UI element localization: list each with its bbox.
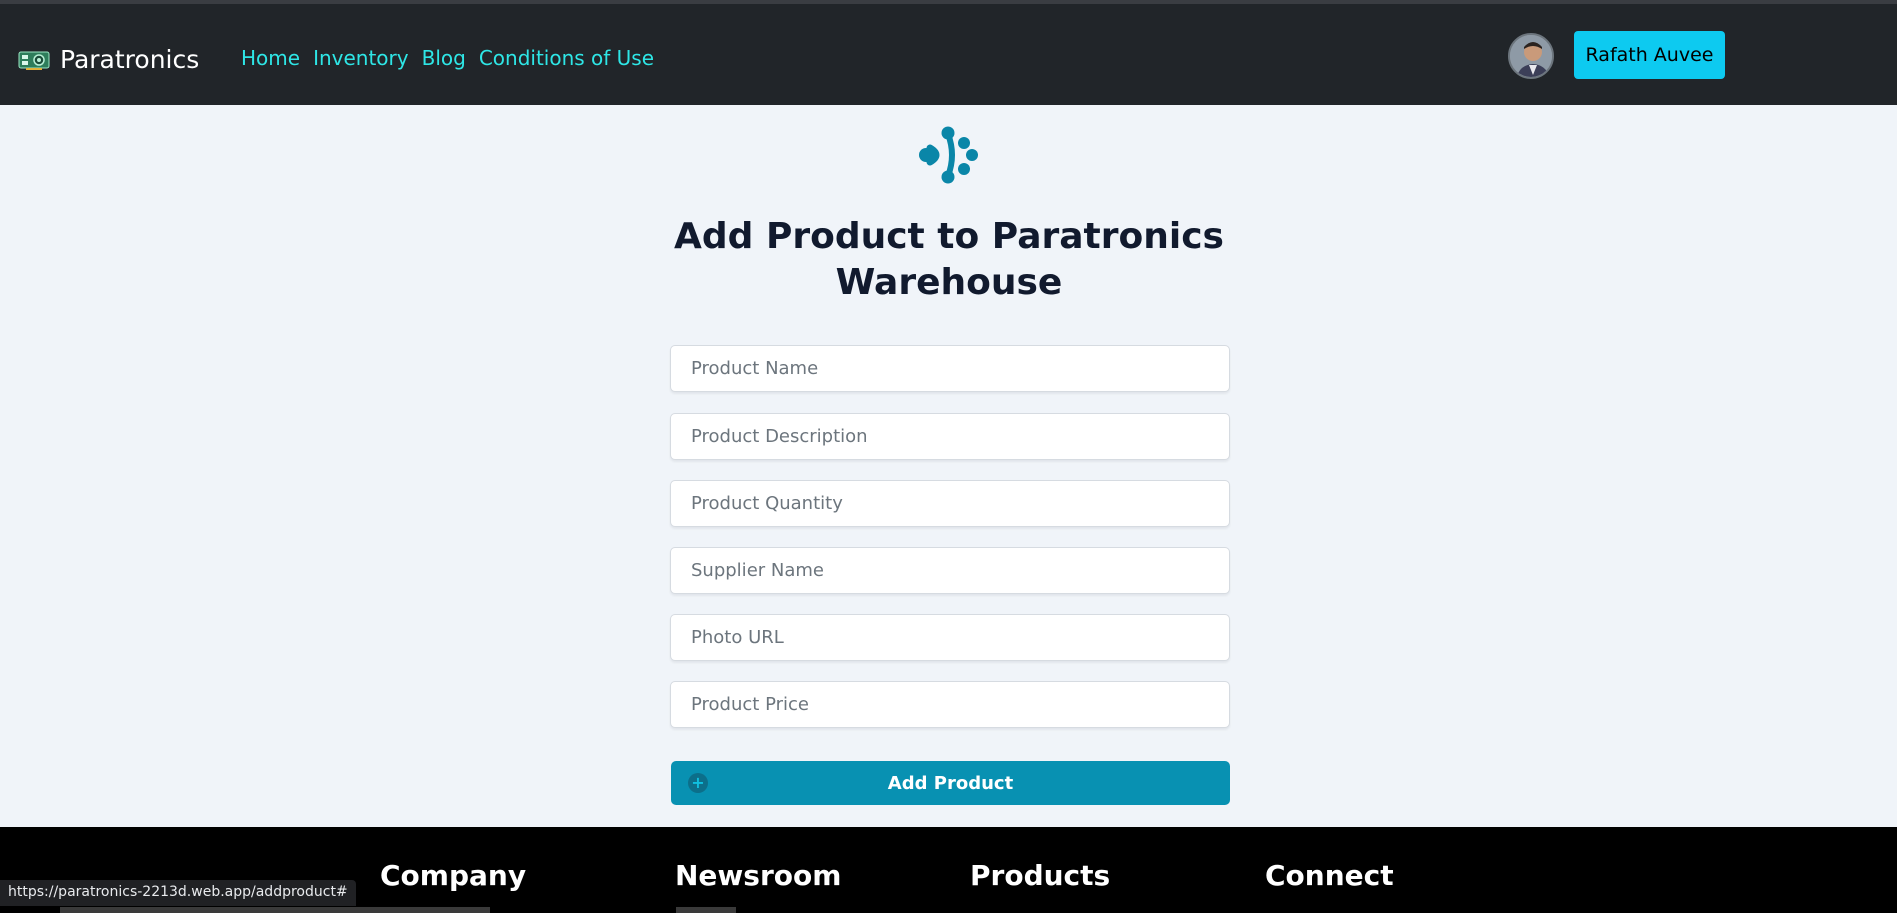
user-name-button[interactable]: Rafath Auvee <box>1574 31 1725 79</box>
footer-heading-company: Company <box>380 859 527 892</box>
node-logo-icon <box>919 126 978 184</box>
product-price-input[interactable] <box>670 681 1230 728</box>
photo-url-input[interactable] <box>670 614 1230 661</box>
avatar-image <box>1510 35 1552 77</box>
brand-name: Paratronics <box>60 45 200 74</box>
navbar: Paratronics Home Inventory Blog Conditio… <box>0 4 1897 105</box>
brand[interactable]: Paratronics <box>18 45 199 74</box>
footer-link-strip <box>676 907 736 913</box>
plus-circle-icon: + <box>688 773 708 793</box>
footer-heading-connect: Connect <box>1265 859 1394 892</box>
nav-link-inventory[interactable]: Inventory <box>313 46 409 70</box>
add-product-form <box>670 345 1230 748</box>
status-bar-url: https://paratronics-2213d.web.app/addpro… <box>0 880 356 906</box>
product-description-input[interactable] <box>670 413 1230 460</box>
circuit-board-icon <box>18 51 50 70</box>
add-product-button[interactable]: + Add Product <box>671 761 1230 805</box>
nav-link-home[interactable]: Home <box>241 46 300 70</box>
footer-heading-newsroom: Newsroom <box>675 859 842 892</box>
product-quantity-input[interactable] <box>670 480 1230 527</box>
user-avatar[interactable] <box>1508 33 1554 79</box>
add-product-label: Add Product <box>887 772 1014 794</box>
page-title: Add Product to Paratronics Warehouse <box>674 216 1224 303</box>
footer-link-strip <box>60 907 490 913</box>
nav-link-blog[interactable]: Blog <box>422 46 466 70</box>
nav-link-conditions[interactable]: Conditions of Use <box>479 46 654 70</box>
nav-links: Home Inventory Blog Conditions of Use <box>241 46 654 70</box>
footer-heading-products: Products <box>970 859 1111 892</box>
supplier-name-input[interactable] <box>670 547 1230 594</box>
product-name-input[interactable] <box>670 345 1230 392</box>
